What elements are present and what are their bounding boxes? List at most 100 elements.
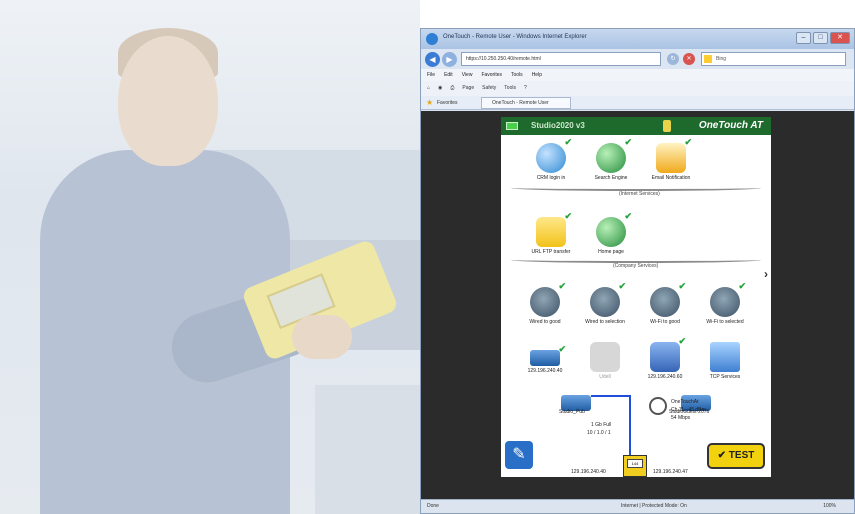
services-icon bbox=[710, 342, 740, 372]
menu-tools[interactable]: Tools bbox=[511, 69, 523, 81]
link-speed: 1 Gb Full bbox=[591, 422, 612, 428]
battery-icon bbox=[506, 122, 518, 130]
onetouch-header: Studio2020 v3 OneTouch AT bbox=[501, 117, 771, 135]
command-tools[interactable]: Tools bbox=[504, 81, 516, 96]
tile-label: Udell bbox=[599, 374, 611, 380]
tile-ip-2[interactable]: ✔ 129.196.240.60 bbox=[635, 336, 695, 380]
tile-label: Search Engine bbox=[594, 175, 628, 181]
wifi-ssid: OneTouchAt bbox=[671, 399, 699, 405]
folder-icon: ✔ bbox=[536, 211, 572, 247]
menu-help[interactable]: Help bbox=[532, 69, 542, 81]
tile-label: TCP Services bbox=[709, 374, 741, 380]
menu-file[interactable]: File bbox=[427, 69, 435, 81]
tile-tcp-services[interactable]: TCP Services bbox=[695, 342, 755, 380]
technician-photo bbox=[0, 0, 420, 514]
help-icon[interactable]: ? bbox=[524, 81, 527, 96]
command-safety[interactable]: Safety bbox=[482, 81, 496, 96]
address-bar: ◀ ▶ https://10.250.250.40/remote.html ↻ … bbox=[421, 49, 854, 69]
test-button[interactable]: ✔ TEST bbox=[707, 443, 765, 469]
menu-favorites[interactable]: Favorites bbox=[481, 69, 502, 81]
minimize-button[interactable]: – bbox=[796, 32, 811, 44]
window-titlebar: OneTouch - Remote User - Windows Interne… bbox=[421, 29, 854, 49]
check-icon: ✔ bbox=[558, 344, 566, 354]
link-wire bbox=[629, 395, 631, 457]
dns-icon: ✔ bbox=[650, 336, 686, 372]
switch-name: Studio_Pub bbox=[559, 409, 585, 415]
print-icon[interactable]: ⎙ bbox=[450, 81, 454, 96]
stop-icon[interactable]: ✕ bbox=[683, 53, 695, 65]
device-icon bbox=[663, 120, 671, 132]
ip-left: 129.196.240.40 bbox=[571, 469, 606, 475]
menu-view[interactable]: View bbox=[462, 69, 473, 81]
check-icon: ✔ bbox=[678, 281, 686, 291]
tile-email-notification[interactable]: ✔ Email Notification bbox=[641, 137, 701, 181]
tile-label: CRM login in bbox=[536, 175, 566, 181]
maximize-button[interactable]: □ bbox=[813, 32, 828, 44]
zoom-level[interactable]: 100% bbox=[823, 500, 836, 513]
tile-ip-1[interactable]: ✔ 129.196.240.40 bbox=[515, 342, 575, 374]
wifi-rate: 54 Mbps bbox=[671, 415, 691, 421]
technician-hand bbox=[292, 315, 352, 359]
close-button[interactable]: ✕ bbox=[830, 32, 850, 44]
home-icon[interactable]: ⌂ bbox=[427, 81, 430, 96]
window-title: OneTouch - Remote User - Windows Interne… bbox=[443, 34, 587, 40]
tile-wired-good[interactable]: ✔ Wired to good bbox=[515, 281, 575, 325]
tile-wifi-good[interactable]: ✔ Wi-Fi to good bbox=[635, 281, 695, 325]
refresh-icon[interactable]: ↻ bbox=[667, 53, 679, 65]
tile-wired-selection[interactable]: ✔ Wired to selection bbox=[575, 281, 635, 325]
group-label-internet: (Internet Services) bbox=[619, 191, 660, 197]
status-bar: Done Internet | Protected Mode: On 100% bbox=[421, 499, 854, 513]
tools-wrench-button[interactable]: ✎ bbox=[505, 441, 533, 469]
tile-label: URL FTP transfer bbox=[531, 249, 571, 255]
favorites-label[interactable]: Favorites bbox=[437, 96, 458, 110]
favorites-star-icon[interactable]: ★ bbox=[426, 99, 433, 107]
browser-window: OneTouch - Remote User - Windows Interne… bbox=[420, 28, 855, 514]
command-bar: ⌂ ◉ ⎙ Page Safety Tools ? bbox=[421, 81, 854, 96]
wifi-client-icon bbox=[649, 397, 667, 415]
command-page[interactable]: Page bbox=[462, 81, 474, 96]
url-input[interactable]: https://10.250.250.40/remote.html bbox=[461, 52, 661, 66]
favorites-bar: ★ Favorites OneTouch - Remote User bbox=[421, 96, 854, 110]
onetouch-screen: Studio2020 v3 OneTouch AT ✔ CRM login in… bbox=[501, 117, 771, 477]
profile-name[interactable]: Studio2020 v3 bbox=[531, 121, 585, 130]
onetouch-device-icon: 144 bbox=[623, 455, 647, 477]
check-icon: ✔ bbox=[564, 211, 572, 221]
wired-test-icon: ✔ bbox=[530, 281, 566, 317]
feeds-icon[interactable]: ◉ bbox=[438, 81, 442, 96]
tile-label: 129.196.240.60 bbox=[647, 374, 683, 380]
tile-label: Email Notification bbox=[651, 175, 691, 181]
check-icon: ✔ bbox=[684, 137, 692, 147]
search-placeholder: Bing bbox=[716, 56, 727, 62]
menu-edit[interactable]: Edit bbox=[444, 69, 453, 81]
tile-wifi-selected[interactable]: ✔ Wi-Fi to selected bbox=[695, 281, 755, 325]
switch-icon: ✔ bbox=[530, 344, 566, 366]
next-page-icon[interactable]: › bbox=[764, 267, 768, 281]
check-icon: ✔ bbox=[558, 281, 566, 291]
check-icon: ✔ bbox=[618, 281, 626, 291]
internet-explorer-icon bbox=[426, 33, 438, 45]
device-screen-text: 144 bbox=[627, 459, 643, 468]
globe-icon: ✔ bbox=[596, 211, 632, 247]
search-input[interactable]: Bing bbox=[701, 52, 846, 66]
wifi-test-icon: ✔ bbox=[650, 281, 686, 317]
tile-label: Wi-Fi to selected bbox=[706, 319, 744, 325]
check-icon: ✔ bbox=[564, 137, 572, 147]
check-icon: ✔ bbox=[624, 137, 632, 147]
lab-machine bbox=[315, 385, 420, 514]
tile-crm-login[interactable]: ✔ CRM login in bbox=[521, 137, 581, 181]
tile-search-engine[interactable]: ✔ Search Engine bbox=[581, 137, 641, 181]
tile-label: Wired to selection bbox=[585, 319, 625, 325]
forward-button[interactable]: ▶ bbox=[442, 52, 457, 67]
tab-onetouch[interactable]: OneTouch - Remote User bbox=[481, 97, 571, 109]
tile-label: 129.196.240.40 bbox=[527, 368, 563, 374]
tile-home-page[interactable]: ✔ Home page bbox=[581, 211, 641, 255]
tile-label: Wired to good bbox=[529, 319, 561, 325]
back-button[interactable]: ◀ bbox=[425, 52, 440, 67]
ip-right: 129.196.240.47 bbox=[653, 469, 688, 475]
status-text: Done bbox=[427, 503, 439, 509]
tile-udell[interactable]: Udell bbox=[575, 342, 635, 380]
tile-label: Wi-Fi to good bbox=[650, 319, 680, 325]
tile-url-ftp[interactable]: ✔ URL FTP transfer bbox=[521, 211, 581, 255]
wifi-detail: Ch 11, -45 dBm bbox=[671, 407, 706, 413]
page: OneTouch - Remote User - Windows Interne… bbox=[0, 0, 855, 514]
